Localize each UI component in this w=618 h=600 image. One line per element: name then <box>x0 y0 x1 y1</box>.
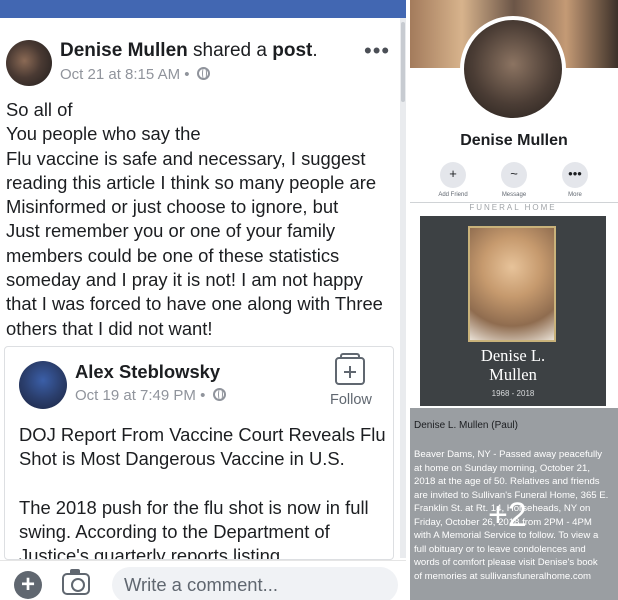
post-meta: Oct 21 at 8:15 AM • <box>60 66 210 83</box>
shared-post-card[interactable]: Alex Steblowsky Oct 19 at 7:49 PM • Foll… <box>4 346 394 560</box>
comment-input[interactable] <box>112 567 398 600</box>
shared-body-line: Shot is Most Dangerous Vaccine in U.S. <box>19 448 345 470</box>
app-top-bar <box>0 0 406 18</box>
obituary-line: 2018 at the age of 50. Relatives and fri… <box>414 476 600 487</box>
shared-post-meta: Oct 19 at 7:49 PM • <box>75 387 226 404</box>
add-friend-button[interactable]: + <box>440 162 466 188</box>
post-body-line: reading this article I think so many peo… <box>6 171 377 193</box>
post-body-line: Misinformed or just choose to ignore, bu… <box>6 196 339 218</box>
add-friend-label: Add Friend <box>438 192 468 198</box>
shared-author-avatar[interactable] <box>19 361 67 409</box>
follow-icon[interactable] <box>335 353 365 385</box>
shared-post-timestamp[interactable]: Oct 19 at 7:49 PM <box>75 387 196 404</box>
comment-bar: + <box>0 560 406 600</box>
more-label: More <box>568 192 582 198</box>
profile-name[interactable]: Denise Mullen <box>410 132 618 150</box>
obituary-line: words of comfort please visit Denise's b… <box>414 557 598 568</box>
post-body-line: You people who say the <box>6 123 201 145</box>
screenshot-collage: Denise Mullen + Add Friend ~ Message •••… <box>410 0 618 600</box>
shared-body-line: The 2018 push for the flu shot is now in… <box>19 496 369 518</box>
author-avatar[interactable] <box>6 40 52 86</box>
profile-picture[interactable] <box>460 16 566 122</box>
add-friend-icon: + <box>449 166 457 181</box>
camera-icon[interactable] <box>62 569 90 595</box>
more-icon: ••• <box>568 166 582 181</box>
post-body-line: Flu vaccine is safe and necessary, I sug… <box>6 147 366 169</box>
obituary-panel: Denise L. Mullen 1968 - 2018 <box>420 216 606 406</box>
post-body-line: someday and I pray it is not! I am not h… <box>6 269 363 291</box>
post-author-name[interactable]: Denise Mullen <box>60 40 188 61</box>
shared-body-line: Justice's quarterly reports listing <box>19 545 281 560</box>
shared-post-body: DOJ Report From Vaccine Court Reveals Fl… <box>19 423 389 560</box>
obituary-text-card[interactable]: Denise L. Mullen (Paul) Beaver Dams, NY … <box>410 408 618 600</box>
post-body: So all of You people who say the Flu vac… <box>6 98 398 341</box>
meta-separator: • <box>184 66 190 83</box>
more-button[interactable]: ••• <box>562 162 588 188</box>
post-body-line: Just remember you or one of your family <box>6 220 336 242</box>
obituary-photo <box>468 226 556 342</box>
plus-icon[interactable]: + <box>14 571 42 599</box>
obituary-line: of memories at sullivansfuneralhome.com <box>414 570 592 582</box>
obituary-name-line2: Mullen <box>489 365 537 384</box>
obituary-line: at home on Sunday morning, October 21, <box>414 462 590 474</box>
post-action-text: shared a <box>193 40 267 61</box>
obituary-line: full obituary or to leave condolences an… <box>414 543 586 555</box>
post-author-line: Denise Mullen shared a post. <box>60 40 318 62</box>
message-button[interactable]: ~ <box>501 162 527 188</box>
facebook-post-panel: Denise Mullen shared a post. Oct 21 at 8… <box>0 0 406 600</box>
obituary-line: Beaver Dams, NY - Passed away peacefully <box>414 449 603 460</box>
profile-card: Denise Mullen + Add Friend ~ Message •••… <box>410 0 618 198</box>
shared-body-line: swing. According to the Department of <box>19 521 330 543</box>
post-timestamp[interactable]: Oct 21 at 8:15 AM <box>60 66 180 83</box>
shared-author-name[interactable]: Alex Steblowsky <box>75 361 220 383</box>
obituary-name-line1: Denise L. <box>480 346 546 365</box>
post-body-line: So all of <box>6 99 73 120</box>
scrollbar-thumb[interactable] <box>401 22 405 102</box>
globe-icon <box>212 388 226 401</box>
post-link[interactable]: post <box>272 40 312 61</box>
post-body-line: that I was forced to have one along with… <box>6 293 383 315</box>
follow-button[interactable]: Follow <box>330 392 372 408</box>
messenger-icon: ~ <box>510 166 518 181</box>
message-label: Message <box>501 192 527 198</box>
more-dots-icon[interactable]: ••• <box>364 38 390 64</box>
post-body-line: members could be one of these statistics <box>6 244 340 266</box>
obituary-heading: Denise L. Mullen (Paul) <box>414 420 518 431</box>
shared-body-line <box>19 472 389 496</box>
post-header: Denise Mullen shared a post. Oct 21 at 8… <box>6 38 398 88</box>
post-action-end: . <box>312 40 318 61</box>
more-photos-count[interactable]: +2 <box>488 496 527 535</box>
obituary-card[interactable]: FUNERAL HOME Denise L. Mullen 1968 - 201… <box>410 202 618 406</box>
funeral-home-header: FUNERAL HOME <box>469 203 557 212</box>
meta-separator: • <box>200 387 206 404</box>
globe-icon <box>196 67 210 80</box>
obituary-years: 1968 - 2018 <box>491 389 535 398</box>
shared-body-line: DOJ Report From Vaccine Court Reveals Fl… <box>19 424 386 445</box>
post-body-line: others that I did not want! <box>6 317 213 339</box>
